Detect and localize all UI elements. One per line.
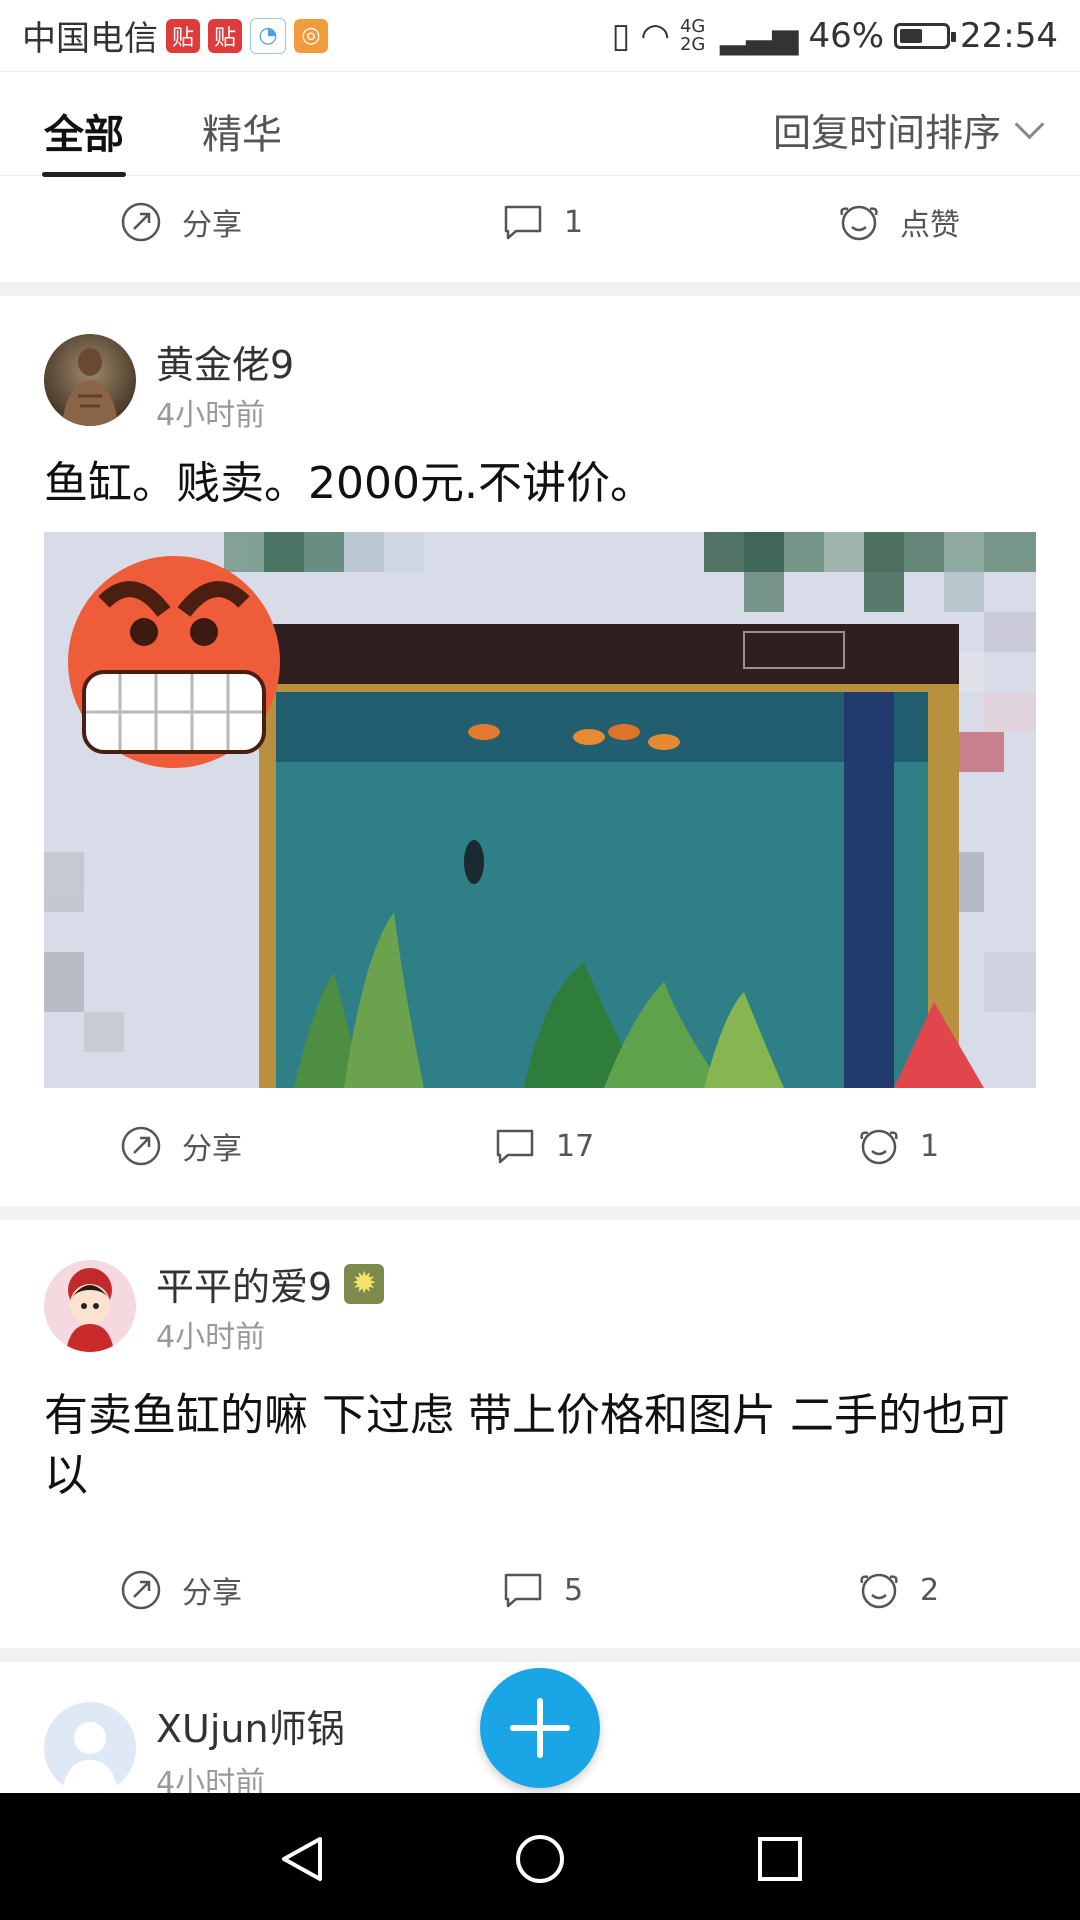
share-label: 分享 <box>182 1576 242 1611</box>
comment-icon <box>504 1573 542 1608</box>
signal-icon: ▂▃▅ <box>719 15 799 56</box>
like-count: 1 <box>920 1128 940 1164</box>
game-icon: ◎ <box>294 18 328 53</box>
status-bar: 中国电信 贴 贴 ◔ ◎ ▯ ◠ 4G 2G ▂▃▅ 46% 22:54 <box>0 0 1080 72</box>
sort-label: 回复时间排序 <box>772 111 1001 155</box>
comment-icon <box>504 205 542 240</box>
recents-icon[interactable] <box>754 1833 806 1885</box>
wifi-icon: ◠ <box>640 15 670 56</box>
post-card[interactable]: 平平的爱9 ✹ 4小时前 有卖鱼缸的嘛 下过虑 带上价格和图片 二手的也可以 分… <box>0 1220 1080 1648</box>
post-separator <box>0 282 1080 296</box>
post-card[interactable]: 黄金佬9 4小时前 鱼缸。贱卖。2000元.不讲价。 分享 17 1 <box>0 296 1080 1204</box>
comment-count: 1 <box>564 204 584 240</box>
avatar[interactable] <box>44 1260 136 1352</box>
comment-icon <box>496 1129 534 1164</box>
system-nav-bar <box>0 1793 1080 1920</box>
qq-icon: ◔ <box>250 17 286 54</box>
chevron-down-icon <box>1014 109 1045 140</box>
tab-featured[interactable]: 精华 <box>202 102 282 160</box>
post-image[interactable] <box>44 532 1036 1088</box>
battery-percent: 46% <box>808 15 885 56</box>
share-icon <box>121 202 161 242</box>
avatar[interactable] <box>44 1702 136 1793</box>
sort-dropdown[interactable]: 回复时间排序 <box>772 102 1045 157</box>
like-count: 2 <box>920 1572 940 1608</box>
post-separator <box>0 1206 1080 1220</box>
like-label: 点赞 <box>900 208 960 243</box>
post-time: 4小时前 <box>156 1766 266 1793</box>
network-label: 4G 2G <box>679 15 706 55</box>
tab-all[interactable]: 全部 <box>42 102 126 177</box>
default-avatar-icon <box>62 1722 118 1793</box>
like-icon <box>860 1573 898 1609</box>
post-text[interactable]: 有卖鱼缸的嘛 下过虑 带上价格和图片 二手的也可以 <box>44 1386 1036 1506</box>
tieba-icon: 贴 <box>208 18 242 53</box>
aquarium-photo <box>44 532 1036 1088</box>
like-button[interactable]: 点赞 <box>838 182 960 262</box>
comment-count: 17 <box>556 1128 595 1164</box>
like-icon <box>840 205 878 241</box>
share-button[interactable]: 分享 <box>120 182 242 262</box>
like-button[interactable]: 2 <box>858 1550 939 1630</box>
tab-bar: 全部 精华 回复时间排序 <box>0 72 1080 177</box>
level-badge-icon: ✹ <box>344 1263 385 1304</box>
like-button[interactable]: 1 <box>858 1106 939 1186</box>
tieba-icon: 贴 <box>166 18 200 53</box>
username-row: 平平的爱9 ✹ <box>156 1256 385 1311</box>
comment-button[interactable]: 5 <box>502 1550 583 1630</box>
avatar-image <box>66 1268 114 1352</box>
post-actions: 分享 17 1 <box>0 1106 1080 1186</box>
clock: 22:54 <box>960 15 1058 56</box>
avatar-image <box>62 348 118 426</box>
share-label: 分享 <box>182 208 242 243</box>
share-icon <box>121 1126 161 1166</box>
comment-count: 5 <box>564 1572 584 1608</box>
share-button[interactable]: 分享 <box>120 1106 242 1186</box>
like-icon <box>860 1129 898 1165</box>
username[interactable]: 平平的爱9 <box>156 1256 332 1311</box>
post-text[interactable]: 鱼缸。贱卖。2000元.不讲价。 <box>44 454 1036 514</box>
comment-button[interactable]: 17 <box>494 1106 594 1186</box>
post-actions: 分享 5 2 <box>0 1550 1080 1630</box>
post-time: 4小时前 <box>156 398 266 433</box>
share-icon <box>121 1570 161 1610</box>
battery-icon <box>894 22 957 49</box>
avatar[interactable] <box>44 334 136 426</box>
back-icon[interactable] <box>276 1833 328 1885</box>
new-post-button[interactable] <box>480 1668 600 1788</box>
username[interactable]: 黄金佬9 <box>156 334 294 389</box>
comment-button[interactable]: 1 <box>502 182 583 262</box>
post-actions: 分享 1 点赞 <box>0 182 1080 262</box>
home-icon[interactable] <box>514 1833 566 1885</box>
username[interactable]: XUjun师锅 <box>156 1698 345 1753</box>
share-label: 分享 <box>182 1132 242 1167</box>
vibrate-icon: ▯ <box>611 15 631 56</box>
carrier-label: 中国电信 <box>22 19 158 59</box>
post-time: 4小时前 <box>156 1320 266 1355</box>
share-button[interactable]: 分享 <box>120 1550 242 1630</box>
post-separator <box>0 1648 1080 1662</box>
